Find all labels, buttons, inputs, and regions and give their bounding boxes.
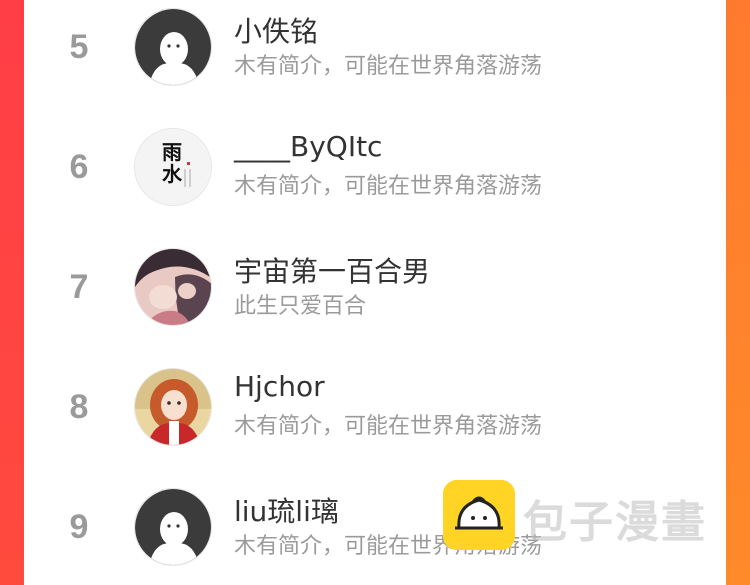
right-border-decoration	[726, 0, 750, 585]
avatar[interactable]	[134, 248, 212, 326]
avatar[interactable]	[134, 488, 212, 566]
user-bio: 木有简介，可能在世界角落游荡	[234, 414, 543, 439]
user-bio: 木有简介，可能在世界角落游荡	[234, 174, 543, 199]
anime-couple-avatar-icon	[135, 249, 211, 325]
user-name[interactable]: ____ByQItc	[234, 130, 382, 163]
watermark-text: 包子漫畫	[523, 497, 707, 548]
svg-text:雨: 雨	[162, 140, 182, 164]
left-border-decoration	[0, 0, 24, 585]
user-name[interactable]: Hjchor	[234, 370, 325, 403]
baozi-logo-icon	[443, 480, 515, 550]
watermark: 包子漫畫	[443, 480, 723, 550]
svg-text:水: 水	[162, 162, 183, 186]
avatar[interactable]: 雨 水	[134, 128, 212, 206]
user-bio: 此生只爱百合	[234, 294, 367, 319]
user-name[interactable]: liu琉li璃	[234, 490, 339, 530]
list-item[interactable]: 7 宇宙第一百合男 此生只爱百合	[24, 240, 726, 340]
rank-number: 5	[69, 28, 89, 66]
rank-number: 8	[69, 388, 89, 426]
rank-number: 7	[69, 268, 89, 306]
anime-girl-avatar-icon	[135, 369, 211, 445]
default-avatar-icon	[135, 9, 211, 85]
calligraphy-avatar-icon: 雨 水	[135, 129, 211, 205]
avatar[interactable]	[134, 368, 212, 446]
rank-number: 9	[69, 508, 89, 546]
rank-number: 6	[69, 148, 89, 186]
user-bio: 木有简介，可能在世界角落游荡	[234, 54, 543, 79]
user-name[interactable]: 宇宙第一百合男	[234, 250, 430, 290]
list-item[interactable]: 8 Hjchor 木有简介，可能在世界角落游荡	[24, 360, 726, 460]
list-item[interactable]: 5 小佚铭 木有简介，可能在世界角落游荡	[24, 0, 726, 100]
user-name[interactable]: 小佚铭	[234, 10, 318, 50]
avatar[interactable]	[134, 8, 212, 86]
list-item[interactable]: 6 雨 水 ____ByQItc 木有简介，可能在世界角落游荡	[24, 120, 726, 220]
default-avatar-icon	[135, 489, 211, 565]
